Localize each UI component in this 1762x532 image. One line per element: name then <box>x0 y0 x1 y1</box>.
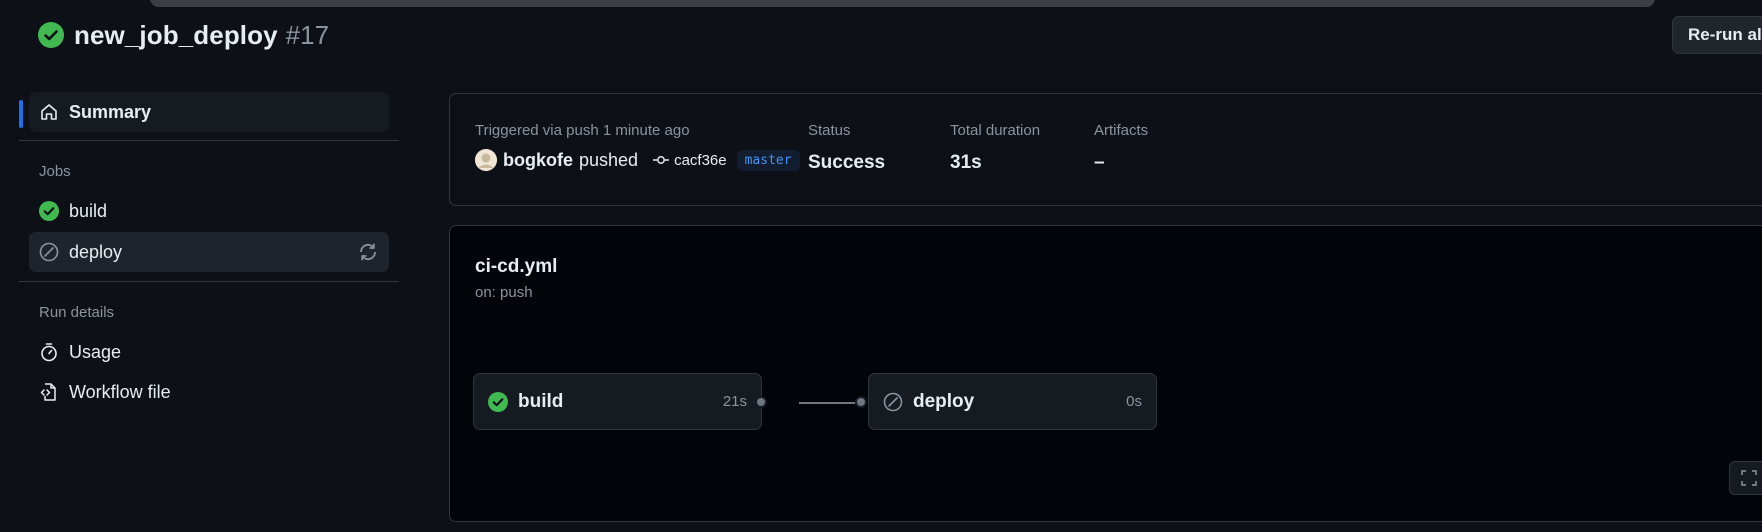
sidebar-item-deploy[interactable]: deploy <box>29 232 389 272</box>
push-action-text: pushed <box>579 149 639 170</box>
connector-dot <box>755 396 767 408</box>
sidebar-item-label: build <box>69 200 108 221</box>
trigger-info: Triggered via push 1 minute ago bogkofe … <box>475 122 800 171</box>
sidebar-divider <box>19 281 399 282</box>
rerun-all-jobs-button[interactable]: Re-run all jobs <box>1672 16 1762 54</box>
sidebar-item-summary[interactable]: Summary <box>29 92 389 132</box>
stopwatch-icon <box>39 342 59 362</box>
avatar[interactable] <box>475 149 497 171</box>
sidebar-item-usage[interactable]: Usage <box>29 332 389 372</box>
commit-sha: cacf36e <box>674 151 727 169</box>
job-duration: 21s <box>722 393 747 410</box>
duration-label: Total duration <box>950 122 1041 139</box>
job-node-build[interactable]: build 21s <box>473 373 762 430</box>
status-label: Status <box>808 122 851 139</box>
sidebar: Summary Jobs build deploy Run details Us… <box>0 0 400 532</box>
trigger-text: Triggered via push 1 minute ago <box>475 122 690 139</box>
fullscreen-icon <box>1741 470 1757 486</box>
jobs-heading: Jobs <box>39 163 71 180</box>
connector-dot <box>855 396 867 408</box>
commit-link[interactable]: cacf36e <box>652 152 727 169</box>
skipped-icon <box>883 392 903 412</box>
job-connector-line <box>799 402 857 404</box>
sidebar-item-label: Summary <box>69 101 152 122</box>
duration-value: 31s <box>950 152 982 173</box>
job-duration: 0s <box>1126 393 1142 410</box>
sidebar-item-label: Usage <box>69 341 122 362</box>
success-check-icon <box>39 201 59 221</box>
sidebar-divider <box>19 140 399 141</box>
home-icon <box>39 102 59 122</box>
run-details-heading: Run details <box>39 304 115 321</box>
fullscreen-button[interactable] <box>1729 461 1762 495</box>
artifacts-value: – <box>1094 152 1105 173</box>
artifacts-column: Artifacts – <box>1094 122 1148 174</box>
workflow-trigger: on: push <box>475 284 533 301</box>
artifacts-label: Artifacts <box>1094 122 1149 139</box>
workflow-file-name[interactable]: ci-cd.yml <box>475 256 557 278</box>
skipped-icon <box>39 242 59 262</box>
actor-link[interactable]: bogkofe <box>503 150 573 171</box>
git-commit-icon <box>652 154 670 166</box>
rerun-sync-icon[interactable] <box>357 241 379 263</box>
sidebar-item-build[interactable]: build <box>29 191 389 231</box>
sidebar-item-workflow-file[interactable]: Workflow file <box>29 372 389 412</box>
workflow-graph-card: ci-cd.yml on: push build 21s deploy 0s <box>449 225 1762 522</box>
branch-badge[interactable]: master <box>736 149 800 171</box>
trigger-details: bogkofe pushed cacf36e master <box>475 149 800 171</box>
job-name: build <box>518 390 564 412</box>
status-value: Success <box>808 152 886 173</box>
rerun-button-label: Re-run all jobs <box>1688 25 1762 44</box>
job-node-deploy[interactable]: deploy 0s <box>868 373 1157 430</box>
run-summary-card: Triggered via push 1 minute ago bogkofe … <box>449 93 1762 206</box>
sidebar-item-label: deploy <box>69 241 123 262</box>
success-check-icon <box>488 391 508 412</box>
sidebar-item-label: Workflow file <box>69 381 171 402</box>
duration-column: Total duration 31s <box>950 122 1040 174</box>
status-column: Status Success <box>808 122 885 174</box>
file-code-icon <box>39 382 59 402</box>
job-name: deploy <box>913 390 975 412</box>
active-indicator <box>19 100 23 128</box>
